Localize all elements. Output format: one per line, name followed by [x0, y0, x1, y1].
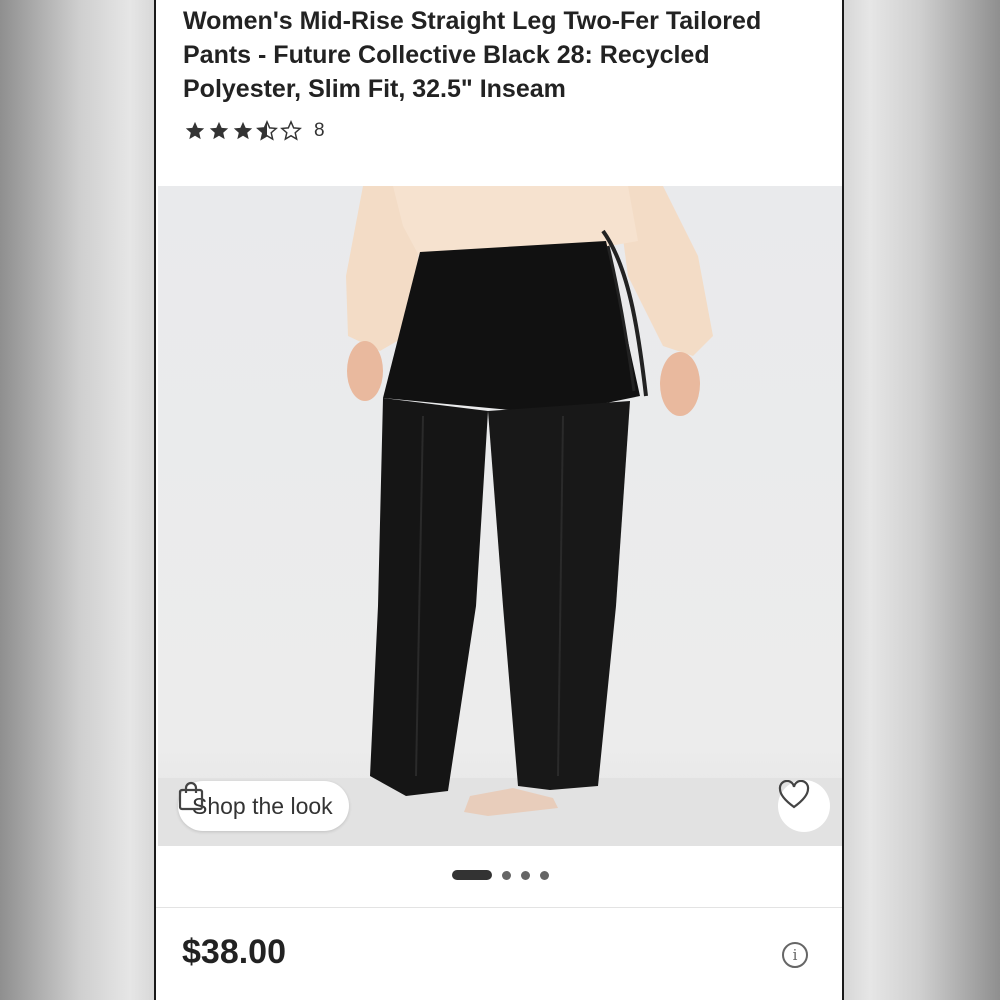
carousel-dot[interactable] — [502, 870, 511, 880]
half-star-icon — [256, 120, 278, 141]
star-icon — [209, 121, 229, 140]
carousel-dot-active[interactable] — [452, 870, 492, 880]
divider — [156, 907, 842, 908]
favorite-button[interactable] — [778, 780, 830, 832]
heart-icon — [778, 780, 810, 809]
star-icon — [233, 121, 253, 140]
price: $38.00 — [182, 933, 286, 971]
carousel-dot[interactable] — [540, 870, 549, 880]
shop-the-look-button[interactable]: Shop the look — [178, 781, 349, 831]
review-count: 8 — [314, 120, 325, 141]
product-title: Women's Mid-Rise Straight Leg Two-Fer Ta… — [183, 7, 762, 103]
star-icon — [185, 121, 205, 140]
product-image[interactable]: Shop the look — [158, 186, 842, 846]
model-illustration — [158, 186, 842, 846]
product-page: Women's Mid-Rise Straight Leg Two-Fer Ta… — [154, 0, 844, 1000]
carousel-indicator[interactable] — [452, 870, 549, 880]
rating[interactable]: 8 — [184, 120, 325, 142]
empty-star-icon — [280, 120, 302, 141]
shop-the-look-label: Shop the look — [192, 792, 333, 819]
carousel-dot[interactable] — [521, 870, 530, 880]
info-icon[interactable]: i — [782, 942, 808, 968]
shopping-bag-icon — [178, 781, 204, 811]
